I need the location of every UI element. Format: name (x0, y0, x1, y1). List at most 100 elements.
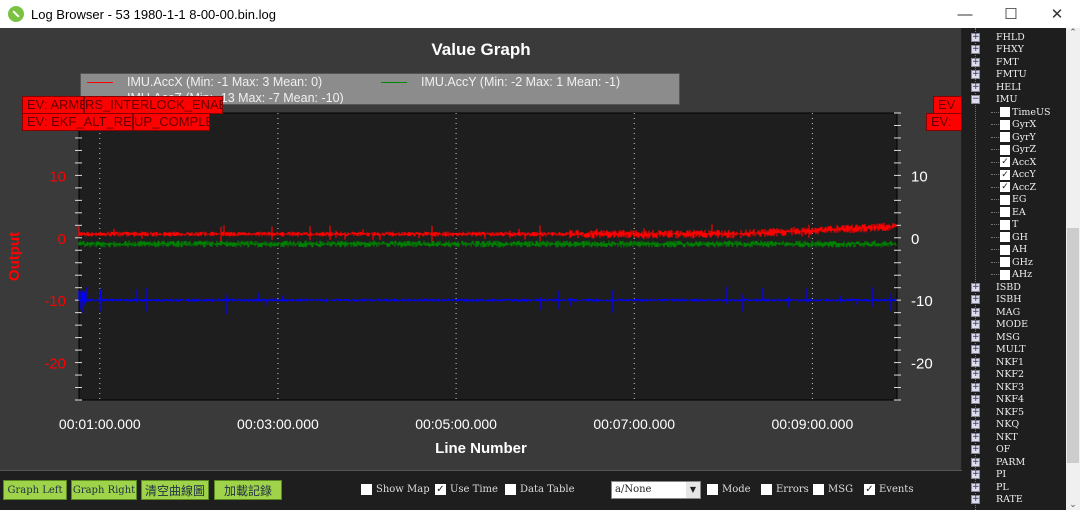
tree-leaf-gyrx[interactable]: GyrX (991, 119, 1036, 131)
tree-leaf-ghz[interactable]: GHz (991, 256, 1033, 268)
tree-leaf-eg[interactable]: EG (991, 194, 1027, 206)
checkmark-icon[interactable]: ✓ (435, 484, 446, 495)
data-table-checkbox[interactable]: Data Table (505, 484, 575, 495)
graph-right-button[interactable]: Graph Right (71, 480, 137, 500)
tree-node-label: NKF5 (996, 406, 1025, 418)
tree-node-label: IMU (996, 94, 1018, 105)
tree-scrollbar[interactable]: ⌃ ⌄ (1066, 28, 1080, 510)
errors-checkbox[interactable]: Errors (761, 484, 809, 495)
graph-left-button[interactable]: Graph Left (3, 480, 67, 500)
checkbox-box[interactable] (813, 484, 824, 495)
expand-icon[interactable]: + (971, 82, 980, 92)
checkbox-box[interactable] (1000, 132, 1010, 142)
tree-node-label: FMTU (996, 69, 1027, 80)
expand-icon[interactable]: + (971, 357, 980, 367)
load-log-button[interactable]: 加載記錄 (214, 480, 282, 500)
checkbox-box[interactable] (1000, 119, 1010, 130)
tree-line (991, 174, 999, 175)
tree-line (991, 111, 999, 113)
expand-icon[interactable]: + (971, 307, 980, 317)
clear-graph-button[interactable]: 清空曲線圖 (141, 480, 209, 500)
log-message-tree[interactable]: + FHLD + FHXY + FMT + FMTU + HELI − IMU TimeUS GyrX Gy… (962, 28, 1080, 510)
checkmark-icon[interactable]: ✓ (864, 484, 875, 495)
minimize-button[interactable]: — (942, 0, 988, 28)
expand-icon[interactable]: + (971, 295, 980, 304)
x-tick-label: 00:03:00.000 (237, 416, 319, 432)
checkbox-box[interactable] (1000, 207, 1010, 217)
checkbox-box[interactable] (1000, 219, 1010, 230)
checkmark-icon[interactable]: ✓ (1000, 157, 1010, 167)
use-time-checkbox[interactable]: ✓ Use Time (435, 484, 498, 495)
tree-leaf-accx[interactable]: ✓ AccX (991, 156, 1036, 168)
checkbox-box[interactable] (1000, 257, 1010, 267)
scroll-up-icon[interactable]: ⌃ (1066, 28, 1080, 38)
close-button[interactable]: ✕ (1034, 0, 1080, 28)
x-tick-label: 00:01:00.000 (59, 416, 141, 432)
expand-icon[interactable]: + (971, 407, 980, 417)
tree-node-label: NKT (996, 431, 1018, 443)
checkbox-box[interactable] (1000, 144, 1010, 155)
tree-node-label: MULT (996, 344, 1026, 355)
collapse-icon[interactable]: − (971, 95, 980, 104)
tree-leaf-gh[interactable]: GH (991, 231, 1028, 243)
expand-icon[interactable]: + (971, 395, 980, 404)
checkbox-box[interactable] (1000, 232, 1010, 242)
event-label: EV (933, 96, 962, 114)
expand-icon[interactable]: + (971, 432, 980, 442)
tree-leaf-label: AHz (1012, 269, 1033, 280)
expand-icon[interactable]: + (971, 482, 980, 492)
tree-leaf-ea[interactable]: EA (991, 206, 1026, 218)
scroll-down-icon[interactable]: ⌄ (1066, 500, 1080, 510)
msg-checkbox[interactable]: MSG (813, 484, 853, 495)
expand-icon[interactable]: + (971, 420, 980, 429)
mode-checkbox[interactable]: Mode (707, 484, 751, 495)
expand-icon[interactable]: + (971, 332, 980, 342)
tree-leaf-t[interactable]: T (991, 219, 1018, 231)
checkbox-label: Use Time (450, 484, 498, 495)
y-tick-label-left: 10 (49, 168, 66, 185)
expand-icon[interactable]: + (971, 470, 980, 479)
chevron-down-icon[interactable]: ▼ (686, 482, 700, 498)
checkbox-box[interactable] (761, 484, 772, 495)
expand-icon[interactable]: + (971, 370, 980, 379)
checkmark-icon[interactable]: ✓ (1000, 182, 1010, 192)
tree-leaf-accy[interactable]: ✓ AccY (991, 169, 1036, 181)
expand-icon[interactable]: + (971, 345, 980, 354)
y-tick-label-left: -20 (44, 356, 66, 373)
graph-panel[interactable]: 00:01:00.000 00:03:00.000 00:05:00.000 00:0… (0, 28, 962, 470)
checkbox-box[interactable] (1000, 244, 1010, 255)
show-map-checkbox[interactable]: Show Map (361, 484, 430, 495)
checkbox-box[interactable] (361, 484, 372, 495)
tree-line (991, 124, 999, 125)
tree-leaf-accz[interactable]: ✓ AccZ (991, 181, 1036, 193)
expand-icon[interactable]: + (971, 382, 980, 392)
x-tick-label: 00:05:00.000 (415, 416, 497, 432)
tree-leaf-timeus[interactable]: TimeUS (991, 106, 1051, 118)
tree-leaf-ah[interactable]: AH (991, 244, 1027, 256)
expand-icon[interactable]: + (971, 282, 980, 292)
scrollbar-thumb[interactable] (1067, 228, 1079, 463)
tree-line (991, 211, 999, 213)
tree-leaf-gyrz[interactable]: GyrZ (991, 144, 1036, 156)
expand-icon[interactable]: + (971, 457, 980, 467)
expand-icon[interactable]: + (971, 32, 980, 42)
expand-icon[interactable]: + (971, 320, 980, 329)
tree-leaf-gyry[interactable]: GyrY (991, 131, 1036, 143)
maximize-button[interactable]: ☐ (988, 0, 1034, 28)
plot-area (78, 112, 898, 401)
expand-icon[interactable]: + (971, 57, 980, 67)
expand-icon[interactable]: + (971, 495, 980, 504)
checkbox-box[interactable] (1000, 269, 1010, 280)
checkbox-box[interactable] (1000, 194, 1010, 205)
checkmark-icon[interactable]: ✓ (1000, 169, 1010, 180)
tree-leaf-ahz[interactable]: AHz (991, 269, 1033, 281)
checkbox-box[interactable] (707, 484, 718, 495)
checkbox-box[interactable] (505, 484, 516, 495)
events-checkbox[interactable]: ✓ Events (864, 484, 913, 495)
graph-select-dropdown[interactable]: a/None ▼ (611, 481, 701, 499)
expand-icon[interactable]: + (971, 70, 980, 79)
expand-icon[interactable]: + (971, 45, 980, 54)
event-label: UP_COMPLETE (133, 113, 210, 131)
checkbox-box[interactable] (1000, 107, 1010, 117)
expand-icon[interactable]: + (971, 445, 980, 454)
